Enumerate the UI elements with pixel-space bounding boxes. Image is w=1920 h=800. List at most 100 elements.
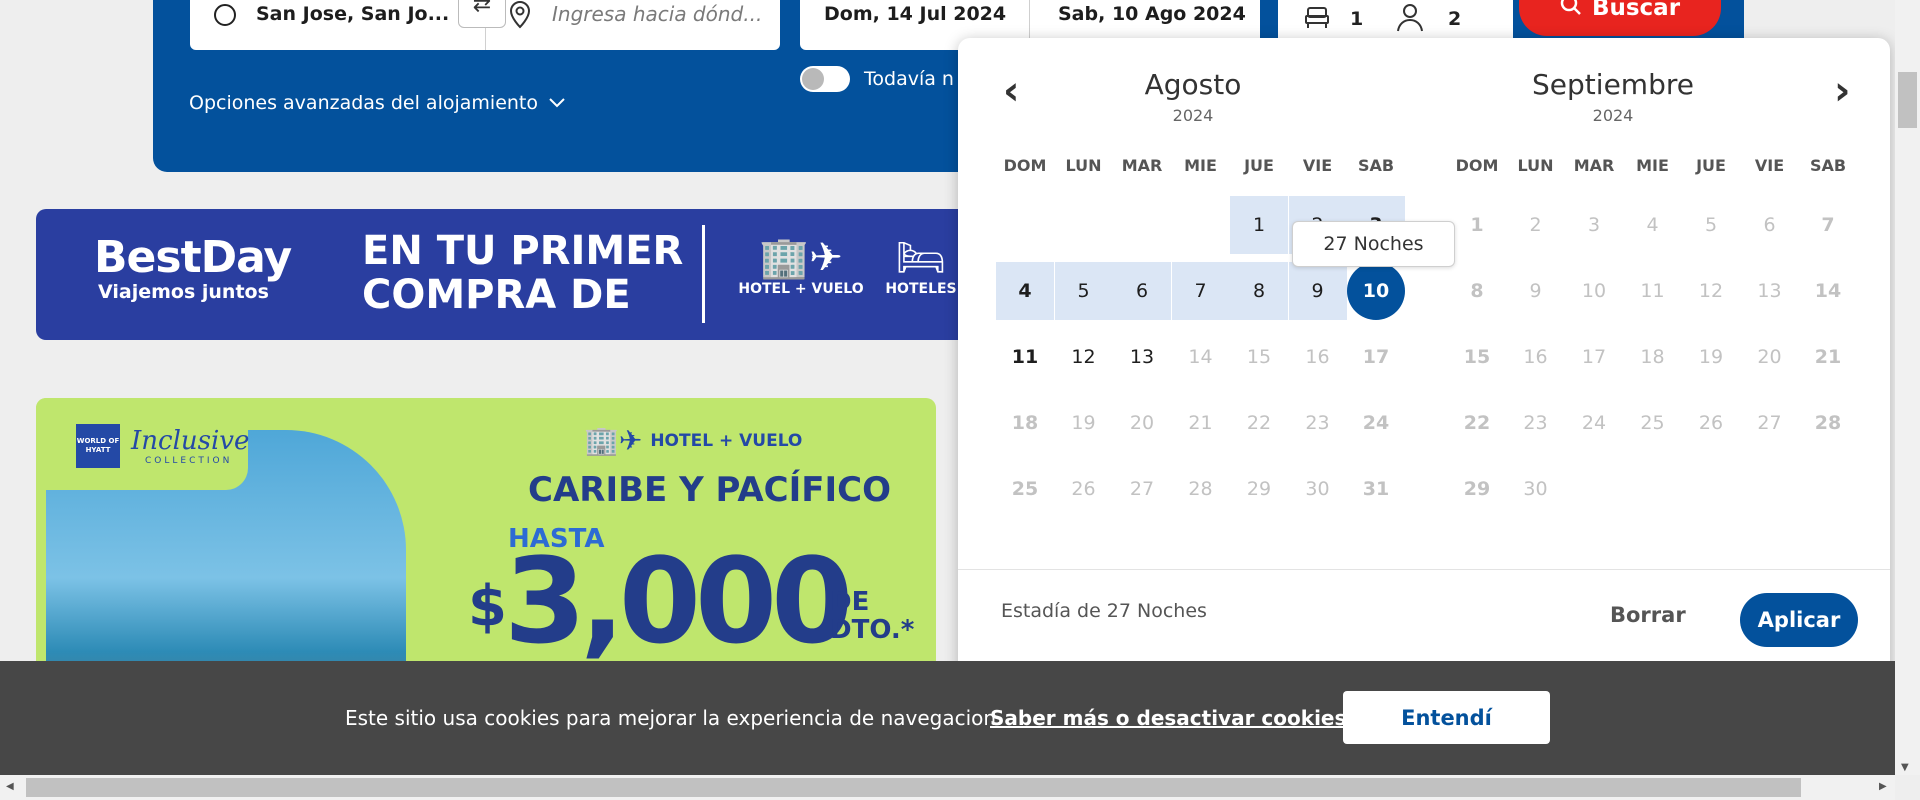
calendar-day[interactable]: 24 xyxy=(1565,394,1623,452)
advanced-options-label: Opciones avanzadas del alojamiento xyxy=(189,92,538,114)
calendar-day[interactable]: 8 xyxy=(1230,262,1288,320)
prev-month-arrow[interactable]: ‹ xyxy=(1003,68,1019,114)
weekday-header: VIE xyxy=(1302,156,1333,175)
calendar-day[interactable]: 10 xyxy=(1565,262,1623,320)
cookie-accept-button[interactable]: Entendí xyxy=(1343,691,1550,744)
calendar-day[interactable]: 5 xyxy=(1682,196,1740,254)
weekday-header: MAR xyxy=(1573,156,1615,175)
scroll-down-arrow-icon[interactable]: ▼ xyxy=(1901,762,1909,773)
radio-icon[interactable] xyxy=(214,4,236,26)
horizontal-scrollbar-thumb[interactable] xyxy=(26,778,1801,797)
calendar-day[interactable]: 22 xyxy=(1230,394,1288,452)
checkout-date[interactable]: Sab, 10 Ago 2024 xyxy=(1058,3,1246,25)
calendar-day[interactable]: 25 xyxy=(996,460,1054,518)
calendar-day[interactable]: 3 xyxy=(1565,196,1623,254)
calendar-day[interactable]: 14 xyxy=(1799,262,1857,320)
calendar-day[interactable]: 27 xyxy=(1741,394,1799,452)
calendar-day[interactable]: 25 xyxy=(1624,394,1682,452)
calendar-day[interactable]: 23 xyxy=(1507,394,1565,452)
calendar-day[interactable]: 18 xyxy=(1624,328,1682,386)
search-button[interactable]: Buscar xyxy=(1519,0,1721,36)
hotel-plane-icon: 🏢✈ xyxy=(584,424,643,457)
calendar-day[interactable]: 30 xyxy=(1507,460,1565,518)
calendar-day[interactable]: 17 xyxy=(1565,328,1623,386)
calendar-day[interactable]: 31 xyxy=(1347,460,1405,518)
nights-tooltip: 27 Noches xyxy=(1292,221,1455,267)
calendar-day[interactable]: 8 xyxy=(1448,262,1506,320)
calendar-day[interactable]: 4 xyxy=(996,262,1054,320)
calendar-day[interactable]: 10 xyxy=(1347,262,1405,320)
apply-button[interactable]: Aplicar xyxy=(1740,593,1858,647)
calendar-day[interactable]: 29 xyxy=(1230,460,1288,518)
calendar-day[interactable]: 11 xyxy=(996,328,1054,386)
calendar-day[interactable]: 26 xyxy=(1055,460,1113,518)
next-month-arrow[interactable]: › xyxy=(1834,68,1850,114)
calendar-day[interactable]: 28 xyxy=(1172,460,1230,518)
cookie-settings-link[interactable]: Saber más o desactivar cookies. xyxy=(990,706,1354,730)
calendar-day[interactable]: 7 xyxy=(1799,196,1857,254)
origin-input[interactable]: San Jose, San Jo... xyxy=(256,3,449,25)
calendar-day[interactable]: 6 xyxy=(1113,262,1171,320)
hotel-flight-category: 🏢✈ HOTEL + VUELO xyxy=(736,235,866,297)
calendar-day[interactable]: 21 xyxy=(1799,328,1857,386)
calendar-day[interactable]: 19 xyxy=(1682,328,1740,386)
cookie-message: Este sitio usa cookies para mejorar la e… xyxy=(345,706,1003,730)
calendar-day[interactable]: 16 xyxy=(1289,328,1347,386)
weekday-header: MIE xyxy=(1636,156,1669,175)
calendar-day[interactable]: 2 xyxy=(1507,196,1565,254)
calendar-day[interactable]: 12 xyxy=(1055,328,1113,386)
scroll-right-arrow-icon[interactable]: ▶ xyxy=(1879,781,1887,792)
bestday-logo: BestDay Viajemos juntos xyxy=(94,232,292,304)
discount-suffix: DE DTO.* xyxy=(830,587,915,645)
inclusive-collection-logo: Inclusive COLLECTION xyxy=(131,426,250,466)
calendar-day[interactable]: 9 xyxy=(1507,262,1565,320)
destination-input[interactable]: Ingresa hacia dónd... xyxy=(552,2,762,26)
calendar-day[interactable]: 9 xyxy=(1288,262,1347,320)
calendar-day[interactable]: 21 xyxy=(1172,394,1230,452)
weekday-header: MAR xyxy=(1121,156,1163,175)
swap-icon[interactable]: ⇄ xyxy=(458,0,506,28)
calendar-day[interactable]: 12 xyxy=(1682,262,1740,320)
calendar-day[interactable]: 13 xyxy=(1113,328,1171,386)
calendar-day[interactable]: 28 xyxy=(1799,394,1857,452)
calendar-day[interactable]: 23 xyxy=(1289,394,1347,452)
weekday-header: VIE xyxy=(1754,156,1785,175)
vertical-scrollbar-thumb[interactable] xyxy=(1898,72,1917,128)
calendar-day[interactable]: 7 xyxy=(1171,262,1230,320)
calendar-day[interactable]: 30 xyxy=(1289,460,1347,518)
hotels-category: 🛏 HOTELES xyxy=(876,235,966,297)
weekday-header: MIE xyxy=(1184,156,1217,175)
calendar-day[interactable]: 20 xyxy=(1113,394,1171,452)
banner-divider xyxy=(702,225,705,323)
calendar-day[interactable]: 15 xyxy=(1448,328,1506,386)
hotel-flight-label: 🏢✈ HOTEL + VUELO xyxy=(584,424,803,457)
calendar-day[interactable]: 6 xyxy=(1741,196,1799,254)
advanced-options-toggle[interactable]: Opciones avanzadas del alojamiento xyxy=(189,92,566,114)
calendar-day[interactable]: 16 xyxy=(1507,328,1565,386)
calendar-day[interactable]: 13 xyxy=(1741,262,1799,320)
calendar-day[interactable]: 22 xyxy=(1448,394,1506,452)
checkin-date[interactable]: Dom, 14 Jul 2024 xyxy=(824,3,1006,25)
hyatt-logo: WORLD OF HYATT xyxy=(76,424,120,468)
calendar-day[interactable]: 20 xyxy=(1741,328,1799,386)
calendar-day[interactable]: 5 xyxy=(1054,262,1113,320)
calendar-day[interactable]: 4 xyxy=(1624,196,1682,254)
calendar-day[interactable]: 14 xyxy=(1172,328,1230,386)
clear-button[interactable]: Borrar xyxy=(1610,603,1686,627)
promo-banner-bestday[interactable]: BestDay Viajemos juntos EN TU PRIMER COM… xyxy=(36,209,1096,340)
calendar-day[interactable]: 11 xyxy=(1624,262,1682,320)
calendar-day[interactable]: 26 xyxy=(1682,394,1740,452)
flexible-dates-toggle[interactable] xyxy=(800,66,850,92)
calendar-day[interactable]: 19 xyxy=(1055,394,1113,452)
weekday-header: LUN xyxy=(1517,156,1554,175)
calendar-day[interactable]: 29 xyxy=(1448,460,1506,518)
scroll-left-arrow-icon[interactable]: ◀ xyxy=(6,781,14,792)
location-pin-icon xyxy=(508,0,532,34)
calendar-day[interactable]: 15 xyxy=(1230,328,1288,386)
calendar-day[interactable]: 18 xyxy=(996,394,1054,452)
calendar-day[interactable]: 27 xyxy=(1113,460,1171,518)
calendar-day[interactable]: 17 xyxy=(1347,328,1405,386)
calendar-day[interactable]: 1 xyxy=(1448,196,1506,254)
calendar-day[interactable]: 1 xyxy=(1230,196,1288,254)
calendar-day[interactable]: 24 xyxy=(1347,394,1405,452)
